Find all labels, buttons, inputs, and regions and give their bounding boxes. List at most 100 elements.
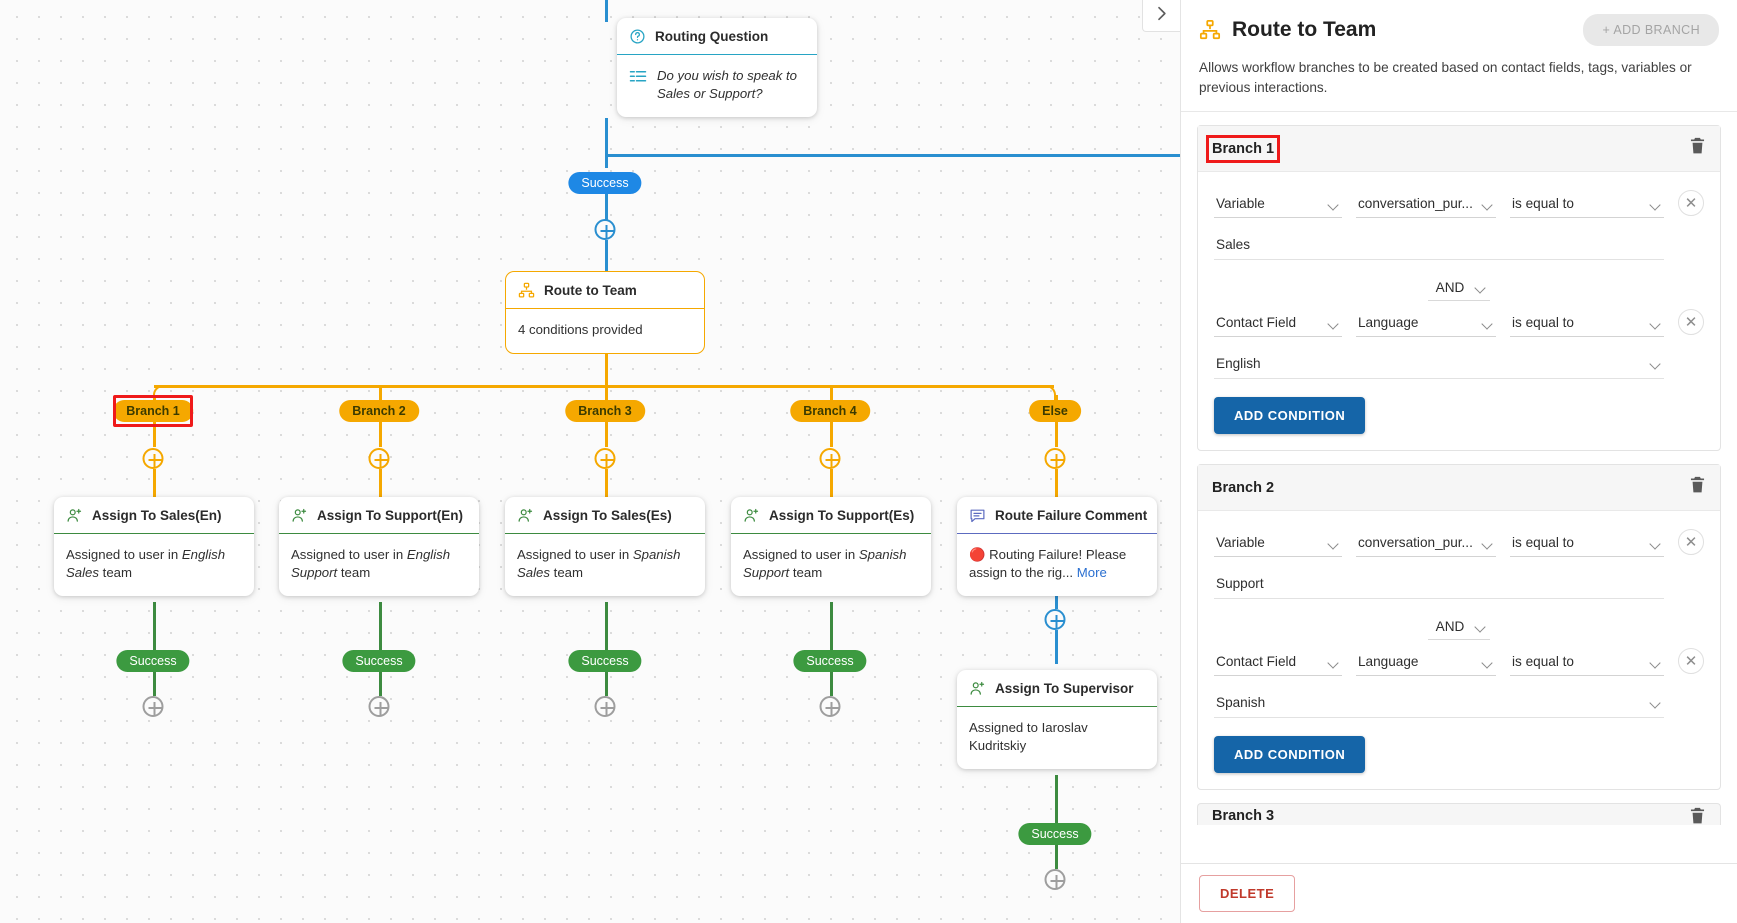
- connector-plus-to-route: [605, 240, 608, 272]
- add-node-button-branch-3[interactable]: [594, 448, 616, 469]
- edge-label-branch-4[interactable]: Branch 4: [790, 400, 870, 422]
- edge-label-success-2[interactable]: Success: [342, 650, 416, 672]
- branches-scroll-area[interactable]: Branch 1 Variable conversation_pur... is…: [1181, 111, 1737, 863]
- edge-label-success-4[interactable]: Success: [793, 650, 867, 672]
- connector-s2-plus: [379, 672, 382, 696]
- delete-button[interactable]: DELETE: [1199, 875, 1296, 912]
- branch-1-cond-1-operator-select[interactable]: is equal to: [1510, 190, 1664, 219]
- branch-1-cond-1-value-input[interactable]: Sales: [1214, 232, 1664, 261]
- assign-sales-es-prefix: Assigned to user in: [517, 547, 633, 562]
- branch-1-cond-2-remove-button[interactable]: ✕: [1678, 309, 1704, 336]
- add-node-button-else[interactable]: [1044, 448, 1066, 469]
- connector-else-pill-plus: [1055, 422, 1058, 447]
- branch-1-cond-1-source-select[interactable]: Variable: [1214, 190, 1342, 219]
- node-assign-to-support-en[interactable]: Assign To Support(En) Assigned to user i…: [279, 497, 479, 597]
- branch-2-cond-2-remove-button[interactable]: ✕: [1678, 648, 1704, 675]
- add-node-button-after-success-3[interactable]: [594, 696, 616, 717]
- edge-label-else[interactable]: Else: [1029, 400, 1081, 422]
- branch-1-cond-1-field-select[interactable]: conversation_pur...: [1356, 190, 1496, 219]
- branch-2-name[interactable]: Branch 2: [1212, 480, 1274, 496]
- node-assign-to-support-es-header: Assign To Support(Es): [731, 497, 931, 534]
- more-link[interactable]: More: [1077, 565, 1107, 580]
- add-node-button-after-success-2[interactable]: [368, 696, 390, 717]
- branch-card-1: Branch 1 Variable conversation_pur... is…: [1197, 125, 1721, 452]
- connector-s5-plus: [1055, 845, 1058, 869]
- question-circle-icon: [629, 28, 646, 45]
- connector-b1-plus-card: [153, 469, 156, 497]
- collapse-panel-button[interactable]: [1142, 0, 1180, 32]
- add-node-button-after-success-1[interactable]: [142, 696, 164, 717]
- branch-1-joiner-select[interactable]: AND: [1427, 276, 1491, 302]
- branch-1-cond-1-remove-button[interactable]: ✕: [1678, 190, 1704, 217]
- node-assign-to-supervisor[interactable]: Assign To Supervisor Assigned to Iarosla…: [957, 670, 1157, 770]
- app-root: Success Routing Question Do you wish to …: [0, 0, 1737, 923]
- connector-b3-plus-card: [605, 469, 608, 497]
- node-routing-question[interactable]: Routing Question Do you wish to speak to…: [617, 18, 817, 118]
- edge-label-branch-2[interactable]: Branch 2: [339, 400, 419, 422]
- trash-icon[interactable]: [1689, 807, 1706, 825]
- branch-1-cond-2-source-select[interactable]: Contact Field: [1214, 309, 1342, 338]
- branch-1-cond-2-field-select[interactable]: Language: [1356, 309, 1496, 338]
- node-assign-to-sales-es[interactable]: Assign To Sales(Es) Assigned to user in …: [505, 497, 705, 597]
- branch-2-cond-2-value-select[interactable]: Spanish: [1214, 690, 1664, 719]
- page-title: Route to Team: [1232, 18, 1377, 41]
- trash-icon[interactable]: [1689, 476, 1706, 499]
- workflow-canvas[interactable]: Success Routing Question Do you wish to …: [0, 0, 1180, 923]
- add-node-button-after-success-4[interactable]: [819, 696, 841, 717]
- sitemap-icon: [1199, 19, 1221, 41]
- branch-1-cond-2-value-select[interactable]: English: [1214, 351, 1664, 380]
- add-node-button-branch-2[interactable]: [368, 448, 390, 469]
- connector-supervisor-success: [1055, 775, 1058, 823]
- branch-2-add-condition-button[interactable]: ADD CONDITION: [1214, 736, 1366, 774]
- connector-s4-plus: [830, 672, 833, 696]
- node-routing-question-text: Do you wish to speak to Sales or Support…: [657, 68, 798, 102]
- branch-2-cond-1-field-select[interactable]: conversation_pur...: [1356, 529, 1496, 558]
- branch-2-cond-1-value-input[interactable]: Support: [1214, 571, 1664, 600]
- node-route-to-team-header: Route to Team: [506, 272, 704, 309]
- node-assign-to-support-es[interactable]: Assign To Support(Es) Assigned to user i…: [731, 497, 931, 597]
- edge-label-success-1[interactable]: Success: [116, 650, 190, 672]
- branch-2-cond-1-operator-select[interactable]: is equal to: [1510, 529, 1664, 558]
- branch-2-cond-2-field-select[interactable]: Language: [1356, 648, 1496, 677]
- edge-label-success-5[interactable]: Success: [1018, 823, 1092, 845]
- edge-label-success-top[interactable]: Success: [568, 172, 642, 194]
- node-route-to-team[interactable]: Route to Team 4 conditions provided: [505, 271, 705, 355]
- edge-label-success-3[interactable]: Success: [568, 650, 642, 672]
- list-icon: [629, 69, 647, 85]
- node-route-failure-comment[interactable]: Route Failure Comment 🔴 Routing Failure!…: [957, 497, 1157, 597]
- branch-1-cond-2-operator-select[interactable]: is equal to: [1510, 309, 1664, 338]
- add-node-button-branch-1[interactable]: [142, 448, 164, 469]
- branch-card-3-clipped[interactable]: Branch 3: [1197, 803, 1721, 826]
- add-node-button-after-failure[interactable]: [1044, 609, 1066, 630]
- branch-2-cond-2-value-row: Spanish: [1214, 690, 1704, 719]
- branch-1-add-condition-button[interactable]: ADD CONDITION: [1214, 397, 1366, 435]
- branch-2-joiner-select[interactable]: AND: [1427, 615, 1491, 641]
- node-route-failure-comment-body: 🔴 Routing Failure! Please assign to the …: [957, 534, 1157, 596]
- branch-2-cond-1-source-select[interactable]: Variable: [1214, 529, 1342, 558]
- node-assign-to-sales-en[interactable]: Assign To Sales(En) Assigned to user in …: [54, 497, 254, 597]
- node-routing-question-body: Do you wish to speak to Sales or Support…: [617, 55, 817, 117]
- assign-support-en-prefix: Assigned to user in: [291, 547, 407, 562]
- user-plus-icon: [743, 507, 760, 524]
- node-assign-to-support-es-title: Assign To Support(Es): [769, 508, 915, 523]
- assign-support-es-prefix: Assigned to user in: [743, 547, 859, 562]
- edge-label-branch-1[interactable]: Branch 1: [113, 400, 193, 422]
- connector-b4-card-success: [830, 602, 833, 650]
- node-assign-to-support-en-header: Assign To Support(En): [279, 497, 479, 534]
- user-plus-icon: [517, 507, 534, 524]
- connector-s3-plus: [605, 672, 608, 696]
- user-plus-icon: [969, 680, 986, 697]
- add-branch-button[interactable]: + ADD BRANCH: [1583, 14, 1719, 46]
- branch-1-name[interactable]: Branch 1: [1205, 134, 1281, 163]
- add-node-button-after-success-5[interactable]: [1044, 869, 1066, 890]
- add-node-button-top[interactable]: [594, 219, 616, 240]
- branch-3-name[interactable]: Branch 3: [1212, 808, 1274, 824]
- trash-icon[interactable]: [1689, 137, 1706, 160]
- edge-label-branch-3[interactable]: Branch 3: [565, 400, 645, 422]
- node-assign-to-sales-en-header: Assign To Sales(En): [54, 497, 254, 534]
- add-node-button-branch-4[interactable]: [819, 448, 841, 469]
- branch-2-cond-2-source-select[interactable]: Contact Field: [1214, 648, 1342, 677]
- branch-2-cond-1-remove-button[interactable]: ✕: [1678, 529, 1704, 556]
- branch-2-cond-2-operator-select[interactable]: is equal to: [1510, 648, 1664, 677]
- node-assign-to-supervisor-header: Assign To Supervisor: [957, 670, 1157, 707]
